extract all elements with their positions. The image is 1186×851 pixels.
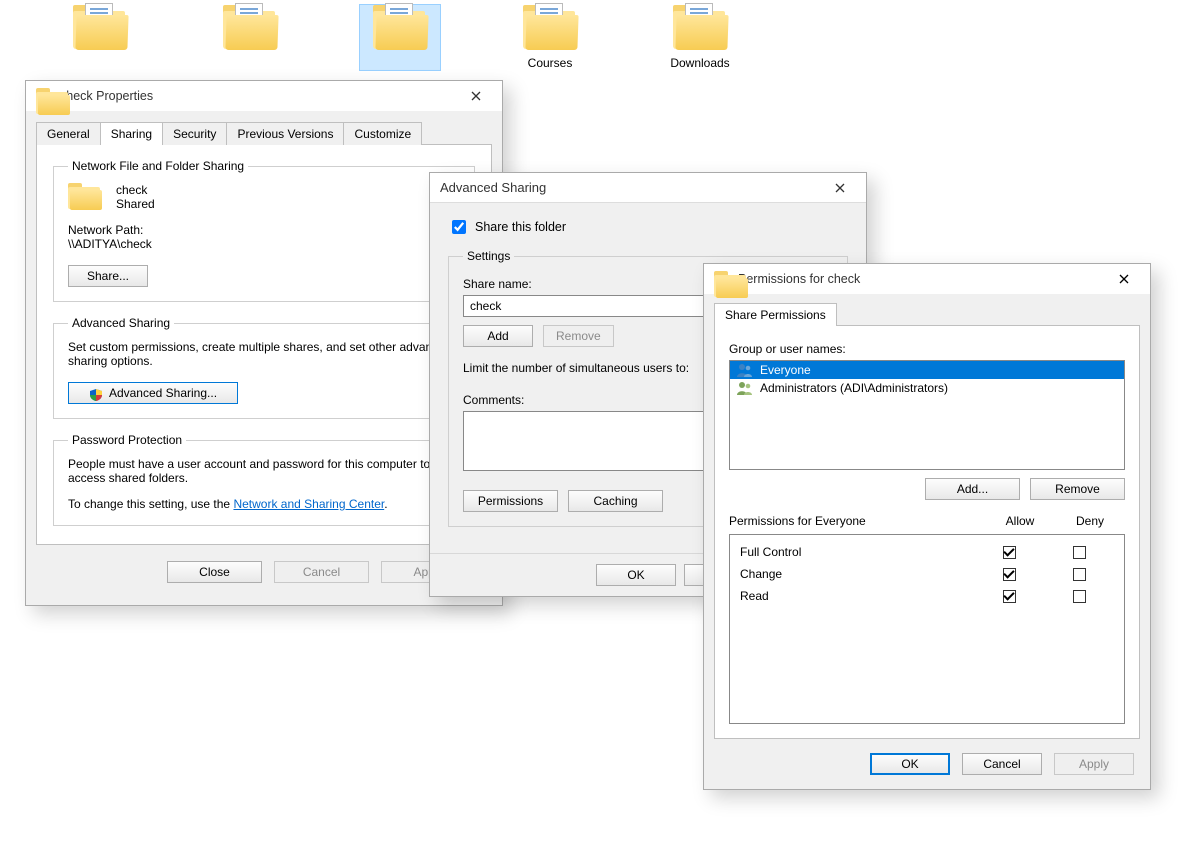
network-path-label: Network Path: — [68, 223, 460, 237]
titlebar[interactable]: check Properties — [26, 81, 502, 111]
folder-icon — [36, 88, 52, 104]
share-name-text: check — [116, 183, 155, 197]
window-title: Advanced Sharing — [440, 180, 820, 195]
folder-icon — [223, 5, 278, 50]
folder-item[interactable]: Courses — [510, 5, 590, 70]
cancel-button[interactable]: Cancel — [274, 561, 369, 583]
close-button[interactable] — [456, 85, 496, 107]
cancel-button[interactable]: Cancel — [962, 753, 1042, 775]
allow-checkbox[interactable] — [1003, 568, 1016, 581]
permissions-dialog: Permissions for check Share Permissions … — [703, 263, 1151, 790]
allow-checkbox[interactable] — [1003, 590, 1016, 603]
tab-customize[interactable]: Customize — [343, 122, 422, 145]
allow-checkbox[interactable] — [1003, 546, 1016, 559]
permission-row: Read — [740, 585, 1114, 607]
window-title: Permissions for check — [738, 272, 1104, 286]
folder-item[interactable]: Downloads — [660, 5, 740, 70]
password-protection-group: Password Protection People must have a u… — [53, 433, 475, 526]
group-legend: Settings — [463, 249, 514, 263]
folder-icon — [714, 271, 730, 287]
permission-row: Full Control — [740, 541, 1114, 563]
deny-column-header: Deny — [1055, 514, 1125, 528]
folder-icon — [523, 5, 578, 50]
folder-icon — [673, 5, 728, 50]
permission-label: Change — [740, 567, 974, 581]
tab-share-permissions[interactable]: Share Permissions — [714, 303, 837, 326]
advanced-sharing-text: Set custom permissions, create multiple … — [68, 340, 460, 368]
close-button[interactable] — [820, 177, 860, 199]
ok-button[interactable]: OK — [596, 564, 676, 586]
folder-item[interactable] — [210, 5, 290, 70]
folder-item[interactable] — [360, 5, 440, 70]
close-button[interactable]: Close — [167, 561, 262, 583]
folder-label: Courses — [528, 56, 573, 70]
shield-icon — [89, 388, 103, 402]
permission-label: Full Control — [740, 545, 974, 559]
close-button[interactable] — [1104, 268, 1144, 290]
deny-checkbox[interactable] — [1073, 568, 1086, 581]
window-title: check Properties — [60, 89, 456, 103]
permission-label: Read — [740, 589, 974, 603]
network-path-value: \\ADITYA\check — [68, 237, 460, 251]
add-share-button[interactable]: Add — [463, 325, 533, 347]
users-icon — [736, 381, 754, 395]
group-legend: Password Protection — [68, 433, 186, 447]
network-sharing-center-link[interactable]: Network and Sharing Center — [233, 497, 384, 511]
user-name: Everyone — [760, 363, 811, 377]
advanced-sharing-button-label: Advanced Sharing... — [109, 386, 217, 400]
user-row[interactable]: Everyone — [730, 361, 1124, 379]
titlebar[interactable]: Advanced Sharing — [430, 173, 866, 203]
add-user-button[interactable]: Add... — [925, 478, 1020, 500]
share-this-folder-checkbox[interactable]: Share this folder — [448, 217, 848, 237]
user-list[interactable]: Everyone Administrators (ADI\Administrat… — [729, 360, 1125, 470]
password-change-text: To change this setting, use the — [68, 497, 233, 511]
advanced-sharing-button[interactable]: Advanced Sharing... — [68, 382, 238, 404]
folder-icon — [73, 5, 128, 50]
user-row[interactable]: Administrators (ADI\Administrators) — [730, 379, 1124, 397]
remove-user-button[interactable]: Remove — [1030, 478, 1125, 500]
desktop-folders: Courses Downloads — [60, 5, 740, 70]
titlebar[interactable]: Permissions for check — [704, 264, 1150, 294]
tab-security[interactable]: Security — [162, 122, 227, 145]
folder-item[interactable] — [60, 5, 140, 70]
apply-button[interactable]: Apply — [1054, 753, 1134, 775]
permissions-for-label: Permissions for Everyone — [729, 514, 985, 528]
folder-label: Downloads — [670, 56, 729, 70]
permissions-button[interactable]: Permissions — [463, 490, 558, 512]
share-this-folder-label: Share this folder — [475, 220, 566, 234]
deny-checkbox[interactable] — [1073, 590, 1086, 603]
users-icon — [736, 363, 754, 377]
period: . — [384, 497, 387, 511]
tab-panel-sharing: Network File and Folder Sharing check Sh… — [36, 144, 492, 545]
share-button[interactable]: Share... — [68, 265, 148, 287]
group-legend: Network File and Folder Sharing — [68, 159, 248, 173]
tab-previous-versions[interactable]: Previous Versions — [226, 122, 344, 145]
network-sharing-group: Network File and Folder Sharing check Sh… — [53, 159, 475, 302]
password-text: People must have a user account and pass… — [68, 457, 460, 485]
advanced-sharing-group: Advanced Sharing Set custom permissions,… — [53, 316, 475, 419]
deny-checkbox[interactable] — [1073, 546, 1086, 559]
share-this-folder-input[interactable] — [452, 220, 466, 234]
allow-column-header: Allow — [985, 514, 1055, 528]
tabs: General Sharing Security Previous Versio… — [36, 122, 492, 145]
ok-button[interactable]: OK — [870, 753, 950, 775]
permission-row: Change — [740, 563, 1114, 585]
tab-general[interactable]: General — [36, 122, 101, 145]
permissions-table: Full Control Change Read — [729, 534, 1125, 724]
group-user-names-label: Group or user names: — [729, 342, 1125, 356]
share-state-text: Shared — [116, 197, 155, 211]
user-name: Administrators (ADI\Administrators) — [760, 381, 948, 395]
folder-icon — [373, 5, 428, 50]
folder-icon — [68, 183, 102, 211]
tab-sharing[interactable]: Sharing — [100, 122, 163, 145]
remove-share-button[interactable]: Remove — [543, 325, 614, 347]
caching-button[interactable]: Caching — [568, 490, 663, 512]
group-legend: Advanced Sharing — [68, 316, 174, 330]
